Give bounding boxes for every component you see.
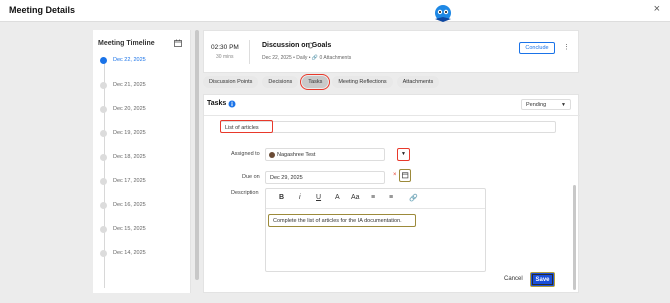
timeline-item[interactable]: Dec 20, 2025 <box>100 104 146 114</box>
text-color-icon[interactable]: A <box>335 194 340 201</box>
window-titlebar: Meeting Details × <box>0 0 670 22</box>
timeline-dot <box>100 105 107 113</box>
chevron-down-icon: ▼ <box>561 102 566 108</box>
due-date-value: Dec 29, 2025 <box>270 175 303 181</box>
meeting-time: 02:30 PM <box>211 44 239 51</box>
timeline-date: Dec 18, 2025 <box>113 154 146 160</box>
due-date-input[interactable]: Dec 29, 2025 <box>265 171 385 184</box>
timeline-date: Dec 16, 2025 <box>113 202 146 208</box>
tasks-content: Tasks Pending ▼ List of articles Assigne… <box>203 94 580 293</box>
timeline-date: Dec 20, 2025 <box>113 106 146 112</box>
timeline-date: Dec 22, 2025 <box>113 57 146 63</box>
assignee-name: Nagashree Test <box>277 152 316 158</box>
timeline-item[interactable]: Dec 15, 2025 <box>100 224 146 234</box>
task-title-value: List of articles <box>225 125 259 131</box>
timeline-date: Dec 19, 2025 <box>113 130 146 136</box>
meeting-main-panel: 02:30 PM 30 mins Discussion on Goals Dec… <box>203 30 580 293</box>
timeline-item[interactable]: Dec 21, 2025 <box>100 80 146 90</box>
numbered-list-icon[interactable]: ≡ <box>389 194 393 201</box>
description-label: Description <box>231 190 259 196</box>
bot-logo-icon <box>435 5 451 22</box>
info-icon[interactable] <box>228 100 236 108</box>
cancel-button[interactable]: Cancel <box>504 276 523 282</box>
assignee-field[interactable]: Nagashree Test <box>265 148 385 161</box>
timeline-dot <box>100 249 107 257</box>
bold-icon[interactable]: B <box>279 194 284 201</box>
tab-meeting-reflections[interactable]: Meeting Reflections <box>332 76 393 88</box>
due-on-label: Due on <box>242 174 260 180</box>
italic-icon[interactable]: i <box>299 194 301 201</box>
assigned-to-label: Assigned to <box>231 151 260 157</box>
timeline-heading: Meeting Timeline <box>98 40 155 47</box>
clear-date-icon[interactable]: × <box>393 172 397 178</box>
meeting-tabs: Discussion Points Decisions Tasks Meetin… <box>203 74 443 90</box>
tasks-heading: Tasks <box>207 100 227 107</box>
task-title-input[interactable]: List of articles <box>220 121 556 133</box>
timeline-dot <box>100 129 107 137</box>
timeline-dot <box>100 153 107 161</box>
description-editor[interactable]: B i U A Aa ≡ ≡ 🔗 Complete the list of ar… <box>265 188 486 272</box>
meeting-title: Discussion on Goals <box>262 42 332 49</box>
status-filter-select[interactable]: Pending ▼ <box>521 99 571 110</box>
timeline-dot <box>100 177 107 185</box>
assignee-dropdown-button[interactable]: ▼ <box>397 148 410 161</box>
timeline-item[interactable]: Dec 16, 2025 <box>100 200 146 210</box>
underline-icon[interactable]: U <box>316 194 321 201</box>
tab-attachments[interactable]: Attachments <box>396 76 440 88</box>
window-title: Meeting Details <box>9 5 76 15</box>
status-filter-value: Pending <box>526 102 547 108</box>
meeting-duration: 30 mins <box>216 54 234 60</box>
meeting-header-card: 02:30 PM 30 mins Discussion on Goals Dec… <box>203 30 579 73</box>
tab-tasks[interactable]: Tasks <box>300 74 331 90</box>
tab-decisions[interactable]: Decisions <box>262 76 299 88</box>
calendar-icon[interactable] <box>174 39 182 47</box>
close-icon[interactable]: × <box>654 3 660 15</box>
link-icon[interactable]: 🔗 <box>409 194 418 202</box>
description-text[interactable]: Complete the list of articles for the IA… <box>268 214 416 227</box>
more-options-icon[interactable]: ⋮ <box>563 43 570 51</box>
divider <box>204 115 580 116</box>
date-picker-button[interactable] <box>399 169 411 182</box>
timeline-date: Dec 17, 2025 <box>113 178 146 184</box>
divider <box>249 40 250 64</box>
editor-toolbar: B i U A Aa ≡ ≡ 🔗 <box>266 189 485 209</box>
timeline-date: Dec 21, 2025 <box>113 82 146 88</box>
timeline-date: Dec 14, 2025 <box>113 250 146 256</box>
timeline-item[interactable]: Dec 14, 2025 <box>100 248 146 258</box>
timeline-dot <box>100 201 107 209</box>
meeting-meta: Dec 22, 2025 • Daily • 🔗 0 Attachments <box>262 55 352 61</box>
save-button[interactable]: Save <box>530 272 555 287</box>
chevron-down-icon: ▼ <box>401 151 406 157</box>
bullet-list-icon[interactable]: ≡ <box>371 194 375 201</box>
timeline-dot <box>100 81 107 89</box>
timeline-item[interactable]: Dec 22, 2025 <box>100 55 146 65</box>
timeline-item[interactable]: Dec 19, 2025 <box>100 128 146 138</box>
tab-discussion-points[interactable]: Discussion Points <box>203 76 259 88</box>
conclude-button[interactable]: Conclude <box>519 42 555 54</box>
meeting-timeline-panel: Meeting Timeline Dec 22, 2025 Dec 21, 20… <box>93 30 191 293</box>
timeline-dot <box>100 225 107 233</box>
right-scrollbar[interactable] <box>573 185 576 290</box>
timeline-dot <box>100 56 107 64</box>
calendar-icon <box>401 172 408 179</box>
timeline-item[interactable]: Dec 17, 2025 <box>100 176 146 186</box>
timeline-item[interactable]: Dec 18, 2025 <box>100 152 146 162</box>
font-size-icon[interactable]: Aa <box>351 194 360 201</box>
timeline-date: Dec 15, 2025 <box>113 226 146 232</box>
recurring-icon <box>307 42 314 49</box>
left-scrollbar[interactable] <box>195 30 199 280</box>
avatar <box>269 152 275 158</box>
